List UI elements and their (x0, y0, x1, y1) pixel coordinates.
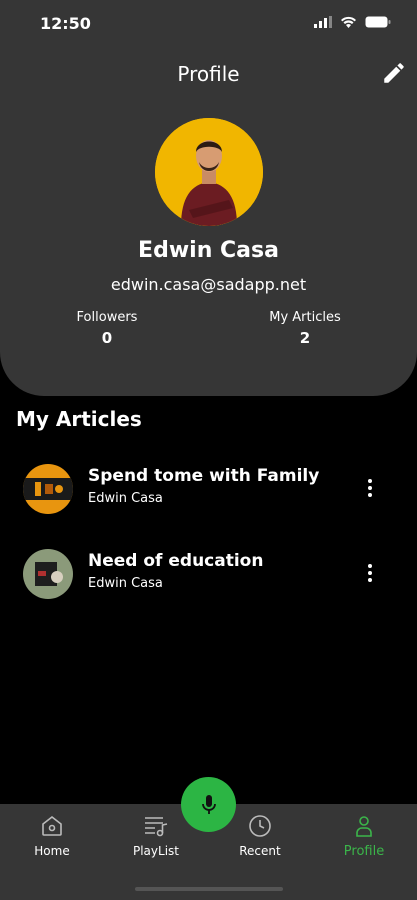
profile-header-card: Profile Edwin Casa edwin.casa@sadapp.net… (0, 0, 417, 396)
status-icons (314, 16, 391, 28)
signal-icon (314, 16, 332, 28)
playlist-icon (145, 817, 168, 837)
avatar[interactable] (155, 118, 263, 226)
page-title: Profile (177, 62, 240, 86)
battery-icon (365, 16, 391, 28)
profile-name: Edwin Casa (138, 238, 279, 263)
status-bar: 12:50 (0, 0, 417, 48)
section-title: My Articles (16, 407, 142, 431)
my-articles-stat[interactable]: My Articles 2 (245, 310, 365, 347)
followers-count: 0 (101, 329, 113, 347)
edit-button[interactable] (381, 60, 407, 86)
more-options-icon[interactable] (363, 476, 377, 500)
article-title: Need of education (88, 551, 264, 571)
more-options-icon[interactable] (363, 561, 377, 585)
nav-playlist-label: PlayList (132, 844, 179, 858)
status-time: 12:50 (40, 14, 91, 33)
nav-profile[interactable]: Profile (319, 814, 409, 859)
article-author: Edwin Casa (88, 491, 163, 506)
article-thumbnail (23, 549, 73, 599)
my-articles-label: My Articles (269, 310, 341, 325)
pencil-icon (384, 63, 404, 83)
nav-home-label: Home (34, 844, 70, 858)
my-articles-count: 2 (299, 329, 311, 347)
followers-label: Followers (76, 310, 138, 325)
article-author: Edwin Casa (88, 576, 163, 591)
profile-email: edwin.casa@sadapp.net (110, 275, 307, 294)
article-item[interactable]: Spend tome with Family Edwin Casa (0, 459, 417, 519)
followers-stat[interactable]: Followers 0 (47, 310, 167, 347)
home-indicator (135, 887, 283, 891)
article-item[interactable]: Need of education Edwin Casa (0, 544, 417, 604)
nav-recent-label: Recent (239, 844, 281, 858)
record-button[interactable] (181, 777, 236, 832)
person-photo (155, 118, 263, 226)
clock-icon (249, 815, 271, 837)
microphone-icon (201, 794, 216, 814)
article-title: Spend tome with Family (88, 466, 320, 486)
wifi-icon (341, 16, 356, 28)
nav-home[interactable]: Home (7, 814, 97, 858)
person-icon (356, 816, 372, 837)
nav-profile-label: Profile (343, 844, 385, 859)
home-icon (42, 815, 62, 836)
article-thumbnail (23, 464, 73, 514)
